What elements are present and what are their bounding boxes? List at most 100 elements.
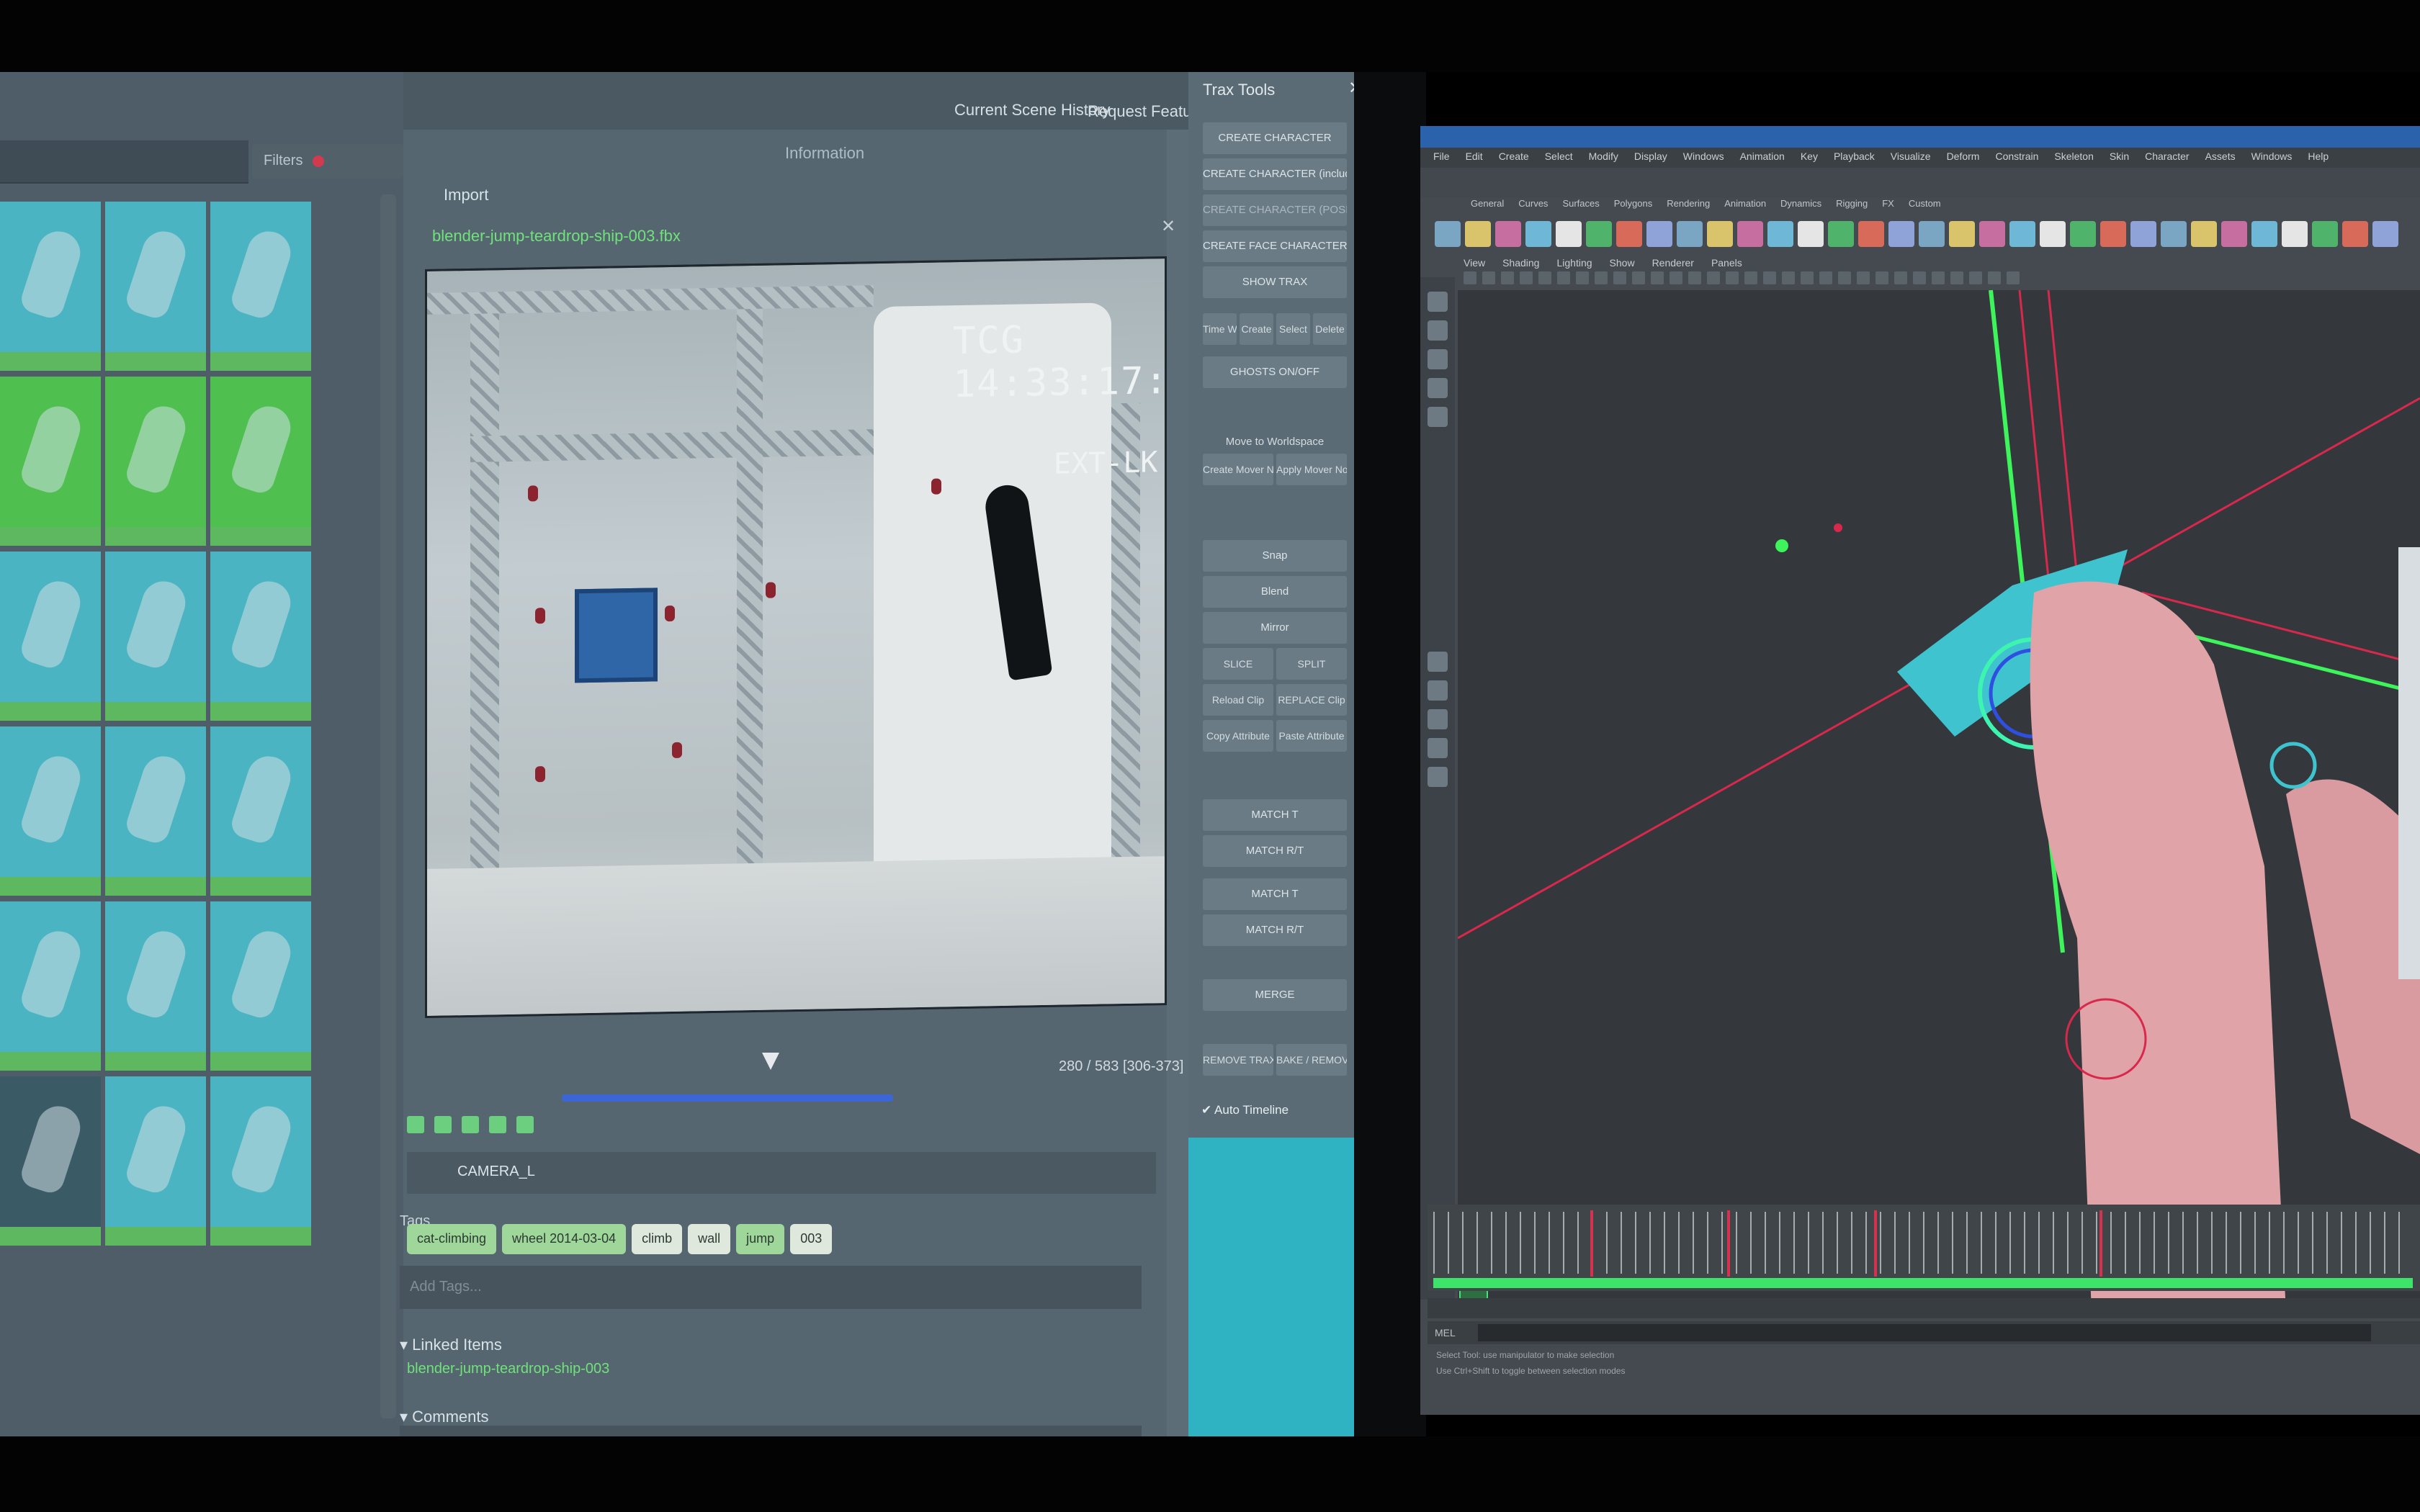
shelf-tab[interactable]: General [1471, 198, 1504, 215]
panel-menu-item[interactable]: Lighting [1556, 257, 1592, 269]
copy-attribute-button[interactable]: Copy Attribute [1203, 720, 1273, 752]
shelf-tool-icon[interactable] [2070, 221, 2096, 247]
move-tool-icon[interactable] [1428, 349, 1448, 369]
viewport-toggle-icon[interactable] [1876, 271, 1888, 284]
playhead-icon[interactable] [761, 1053, 779, 1070]
replace-clip-button[interactable]: REPLACE Clip [1276, 684, 1347, 716]
command-language-label[interactable]: MEL [1435, 1327, 1456, 1338]
panel-menu-item[interactable]: Renderer [1652, 257, 1694, 269]
shelf-tool-icon[interactable] [1737, 221, 1763, 247]
shelf-tool-icon[interactable] [1707, 221, 1733, 247]
asset-tile[interactable] [210, 377, 311, 546]
shelf-tab[interactable]: Rendering [1667, 198, 1710, 215]
menu-item[interactable]: Help [2308, 150, 2329, 165]
range-slider[interactable] [1428, 1298, 2420, 1318]
stop-icon[interactable] [462, 1116, 479, 1133]
layout-icon[interactable] [1428, 738, 1448, 758]
viewport-toggle-icon[interactable] [1726, 271, 1739, 284]
match-t-button-2[interactable]: MATCH T [1203, 878, 1347, 910]
match-t-button[interactable]: MATCH T [1203, 799, 1347, 831]
create-face-character-button[interactable]: CREATE FACE CHARACTER [1203, 230, 1347, 262]
shelf-tool-icon[interactable] [2040, 221, 2066, 247]
scale-tool-icon[interactable] [1428, 407, 1448, 427]
viewport-toggle-icon[interactable] [1819, 271, 1832, 284]
viewport-toggle-icon[interactable] [1857, 271, 1870, 284]
menu-item[interactable]: Edit [1466, 150, 1483, 165]
command-input[interactable] [1478, 1324, 2371, 1341]
viewport-toggle-icon[interactable] [1969, 271, 1982, 284]
shelf-tool-icon[interactable] [1828, 221, 1854, 247]
close-icon[interactable]: ✕ [1161, 216, 1175, 237]
slice-button[interactable]: SLICE [1203, 648, 1273, 680]
merge-button[interactable]: MERGE [1203, 979, 1347, 1011]
viewport-toggle-icon[interactable] [1950, 271, 1963, 284]
viewport-toggle-icon[interactable] [2007, 271, 2020, 284]
shelf-tool-icon[interactable] [1919, 221, 1945, 247]
asset-tile[interactable] [0, 202, 101, 371]
playback-range-bar[interactable] [1433, 1278, 2413, 1288]
create-mover-button[interactable]: Create Mover Node [1203, 454, 1273, 485]
tab-information[interactable]: Information [785, 144, 864, 163]
tag-chip[interactable]: climb [632, 1224, 683, 1254]
asset-tile[interactable] [105, 901, 206, 1071]
viewport-toggle-icon[interactable] [1932, 271, 1945, 284]
panel-menu-item[interactable]: View [1464, 257, 1485, 269]
shelf-tool-icon[interactable] [2221, 221, 2247, 247]
shelf-tool-icon[interactable] [2191, 221, 2217, 247]
menu-item[interactable]: Constrain [1995, 150, 2038, 165]
viewport-toggle-icon[interactable] [1482, 271, 1495, 284]
shelf-tool-icon[interactable] [1888, 221, 1914, 247]
comment-input[interactable]: Type comment here... [Enter to submit] [400, 1426, 1142, 1436]
shelf-tool-icon[interactable] [2161, 221, 2187, 247]
viewport-toggle-icon[interactable] [1801, 271, 1814, 284]
create-character-button[interactable]: CREATE CHARACTER [1203, 122, 1347, 154]
menu-item[interactable]: Windows [2251, 150, 2293, 165]
asset-search-input[interactable] [0, 140, 248, 184]
linked-item[interactable]: blender-jump-teardrop-ship-003 [407, 1361, 609, 1377]
asset-tile[interactable] [210, 552, 311, 721]
menu-item[interactable]: Animation [1740, 150, 1785, 165]
panel-menu-item[interactable]: Shading [1502, 257, 1539, 269]
viewport-toggle-icon[interactable] [1557, 271, 1570, 284]
match-rt-button[interactable]: MATCH R/T [1203, 835, 1347, 867]
create-character-fingers-button[interactable]: CREATE CHARACTER (include fingers) [1203, 158, 1347, 190]
viewport-toggle-icon[interactable] [1894, 271, 1907, 284]
keyframe-marker[interactable] [1727, 1210, 1730, 1277]
scene-history-button[interactable]: Current Scene History [954, 101, 1110, 120]
match-rt-button-2[interactable]: MATCH R/T [1203, 914, 1347, 946]
menu-item[interactable]: Select [1545, 150, 1573, 165]
viewport-toggle-icon[interactable] [1538, 271, 1551, 284]
shelf-tool-icon[interactable] [2282, 221, 2308, 247]
shelf-tool-icon[interactable] [1525, 221, 1551, 247]
shelf-tool-icon[interactable] [1949, 221, 1975, 247]
video-scrubber[interactable] [562, 1094, 893, 1102]
shelf-tool-icon[interactable] [2100, 221, 2126, 247]
panel-menu-item[interactable]: Show [1610, 257, 1635, 269]
shelf-tool-icon[interactable] [1979, 221, 2005, 247]
import-button[interactable]: Import [432, 180, 500, 207]
menu-item[interactable]: Display [1634, 150, 1667, 165]
asset-tile[interactable] [210, 1076, 311, 1246]
viewport-toggle-icon[interactable] [1632, 271, 1645, 284]
add-tags-input[interactable]: Add Tags... [400, 1266, 1142, 1309]
asset-tile[interactable] [105, 726, 206, 896]
asset-tile[interactable] [0, 901, 101, 1071]
viewport-toggle-icon[interactable] [1688, 271, 1701, 284]
shelf-tool-icon[interactable] [2372, 221, 2398, 247]
asset-tile[interactable] [105, 552, 206, 721]
menu-item[interactable]: Skeleton [2054, 150, 2093, 165]
menu-item[interactable]: Create [1499, 150, 1529, 165]
shelf-tab[interactable]: Custom [1909, 198, 1941, 215]
asset-tile[interactable] [210, 726, 311, 896]
menu-item[interactable]: Playback [1834, 150, 1875, 165]
shelf-tool-icon[interactable] [2342, 221, 2368, 247]
linked-items-header[interactable]: ▾ Linked Items [400, 1336, 502, 1354]
keyframe-marker[interactable] [1590, 1210, 1593, 1277]
asset-tile[interactable] [105, 377, 206, 546]
asset-tile[interactable] [0, 726, 101, 896]
shelf-tool-icon[interactable] [2312, 221, 2338, 247]
shelf-tool-icon[interactable] [1435, 221, 1461, 247]
tag-chip[interactable]: wall [688, 1224, 731, 1254]
viewport-toggle-icon[interactable] [1576, 271, 1589, 284]
shelf-tab[interactable]: Polygons [1614, 198, 1652, 215]
